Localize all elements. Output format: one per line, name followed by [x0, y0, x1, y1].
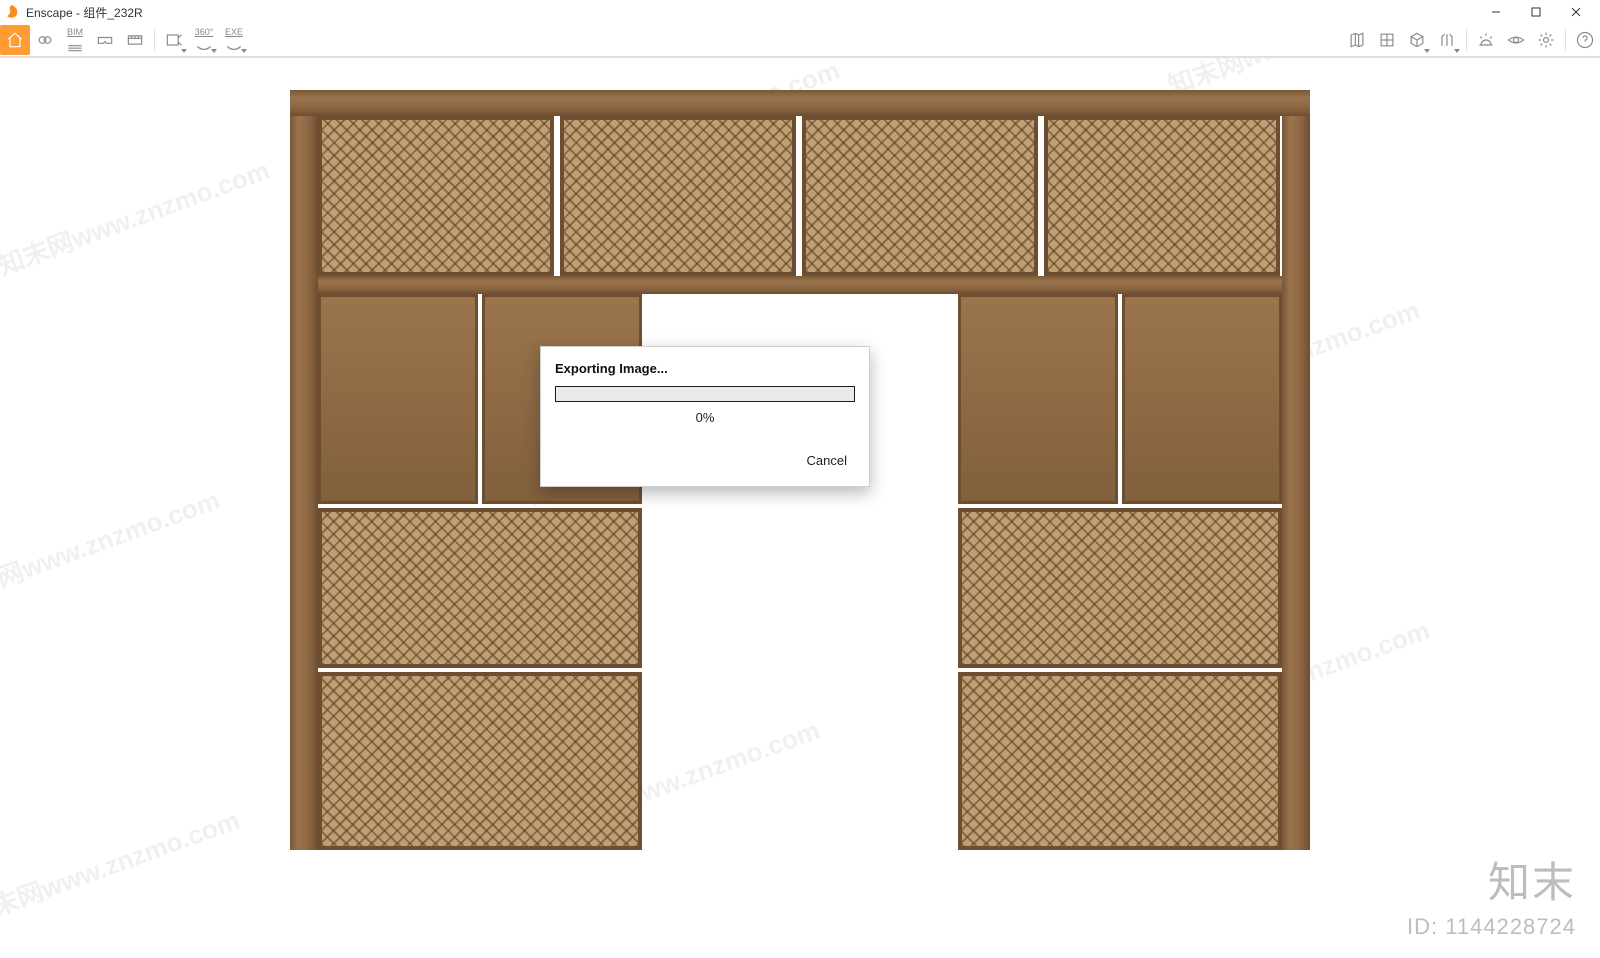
toolbar-separator: [1466, 29, 1467, 51]
3d-object-button[interactable]: [1402, 25, 1432, 55]
window-titlebar: Enscape - 组件_232R: [0, 0, 1600, 24]
main-toolbar: BIM 360° EXE: [0, 24, 1600, 58]
bim-label: BIM: [67, 27, 83, 37]
vr-headset-button[interactable]: [90, 25, 120, 55]
screenshot-export-button[interactable]: [159, 25, 189, 55]
exe-label: EXE: [225, 27, 243, 37]
window-close-button[interactable]: [1556, 0, 1596, 24]
sync-views-button[interactable]: [30, 25, 60, 55]
dialog-title: Exporting Image...: [541, 347, 869, 386]
watermark-brand: 知末: [1488, 849, 1576, 910]
asset-library-button[interactable]: [1372, 25, 1402, 55]
window-maximize-button[interactable]: [1516, 0, 1556, 24]
home-view-button[interactable]: [0, 25, 30, 55]
panorama-export-button[interactable]: 360°: [189, 25, 219, 55]
render-viewport[interactable]: 知末网www.znzmo.com 知末网www.znzmo.com 知末网www…: [0, 58, 1600, 958]
threesixty-label: 360°: [195, 27, 214, 37]
watermark-asset-id: ID: 1144228724: [1407, 914, 1576, 940]
cancel-button[interactable]: Cancel: [799, 447, 855, 474]
settings-button[interactable]: [1531, 25, 1561, 55]
enscape-logo-icon: [4, 4, 20, 20]
bim-mode-button[interactable]: BIM: [60, 25, 90, 55]
export-progress-percent: 0%: [541, 402, 869, 439]
export-image-dialog: Exporting Image... 0% Cancel: [540, 346, 870, 487]
visual-settings-button[interactable]: [1501, 25, 1531, 55]
map-button[interactable]: [1342, 25, 1372, 55]
window-title: Enscape - 组件_232R: [26, 4, 143, 21]
watermark-text: 知末网www.znzmo.com: [0, 800, 244, 933]
toolbar-separator: [154, 29, 155, 51]
exe-export-button[interactable]: EXE: [219, 25, 249, 55]
window-minimize-button[interactable]: [1476, 0, 1516, 24]
export-progress-bar: [555, 386, 855, 402]
video-path-button[interactable]: [120, 25, 150, 55]
views-manager-button[interactable]: [1432, 25, 1462, 55]
watermark-text: 知末网www.znzmo.com: [0, 480, 224, 613]
watermark-text: 知末网www.znzmo.com: [0, 150, 274, 283]
toolbar-separator: [1565, 29, 1566, 51]
help-button[interactable]: [1570, 25, 1600, 55]
sun-position-button[interactable]: [1471, 25, 1501, 55]
